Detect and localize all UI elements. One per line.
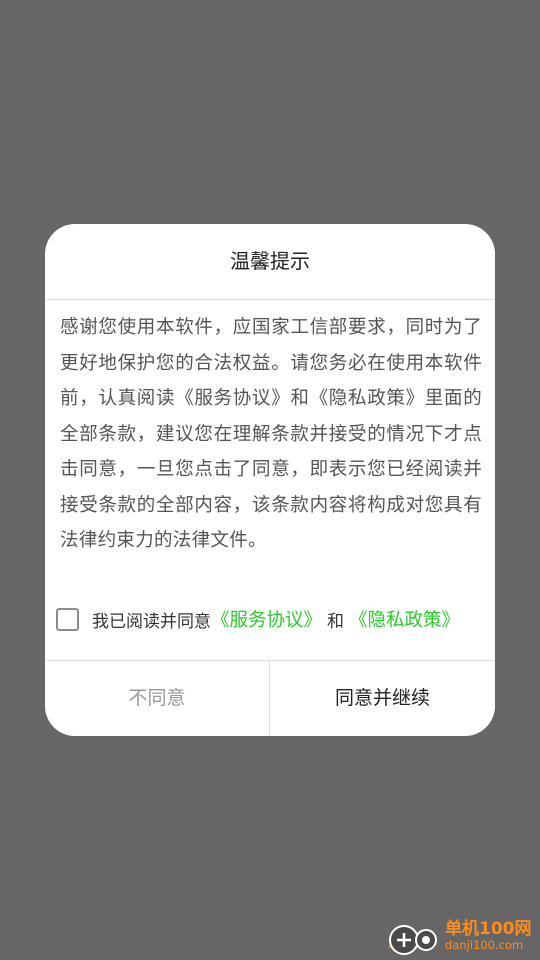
title-divider xyxy=(45,299,495,300)
disagree-button[interactable]: 不同意 xyxy=(45,661,269,736)
dialog-message: 感谢您使用本软件，应国家工信部要求，同时为了更好地保护您的合法权益。请您务必在使… xyxy=(60,317,482,551)
agreement-row: 我已阅读并同意 《服务协议》 和 《隐私政策》 xyxy=(56,604,488,634)
watermark-url: danji100.com xyxy=(445,938,524,952)
consent-dialog: 温馨提示 感谢您使用本软件，应国家工信部要求，同时为了更好地保护您的合法权益。请… xyxy=(45,224,495,736)
watermark-logo-icon xyxy=(388,925,437,955)
privacy-policy-link[interactable]: 《隐私政策》 xyxy=(349,606,460,632)
agree-continue-button[interactable]: 同意并继续 xyxy=(270,661,495,736)
site-watermark: 单机100网 danji100.com xyxy=(382,910,532,960)
watermark-title: 单机100网 xyxy=(445,919,532,939)
agreement-and-text: 和 xyxy=(327,611,345,632)
service-agreement-link[interactable]: 《服务协议》 xyxy=(211,606,322,632)
agreement-checkbox[interactable] xyxy=(56,607,79,631)
dialog-title: 温馨提示 xyxy=(230,249,310,273)
agreement-text: 我已阅读并同意 xyxy=(92,611,211,632)
